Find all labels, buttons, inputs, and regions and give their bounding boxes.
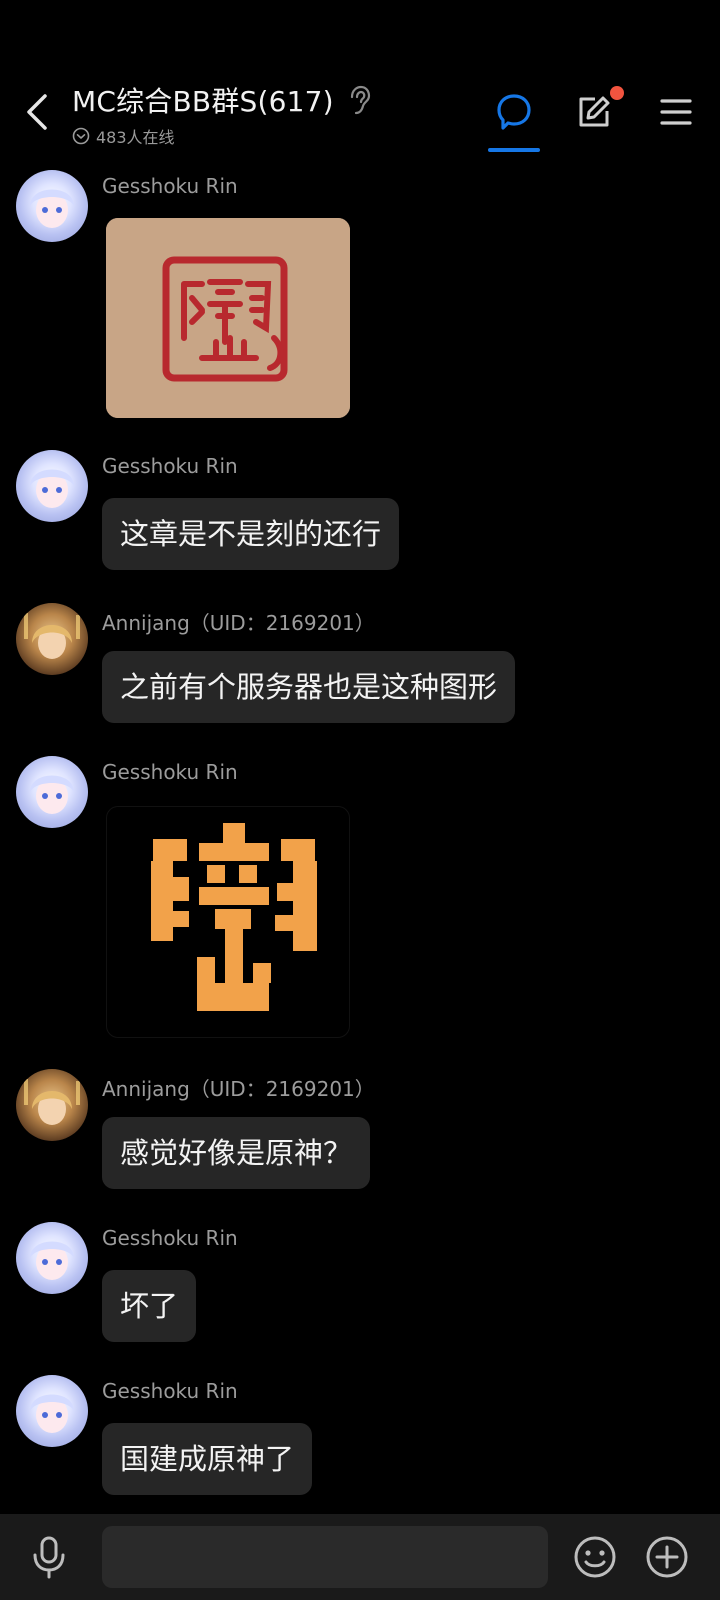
avatar[interactable] bbox=[16, 1375, 88, 1447]
avatar-image bbox=[30, 775, 74, 814]
online-count: 483人在线 bbox=[96, 128, 175, 147]
avatar-image bbox=[30, 189, 74, 228]
avatar[interactable] bbox=[16, 756, 88, 828]
text-bubble[interactable]: 之前有个服务器也是这种图形 bbox=[102, 651, 516, 723]
menu-button[interactable] bbox=[652, 88, 700, 136]
message-input[interactable] bbox=[102, 1526, 548, 1588]
avatar-image bbox=[24, 613, 80, 659]
voice-button[interactable] bbox=[26, 1534, 72, 1580]
microphone-icon bbox=[33, 1536, 65, 1579]
sender-name: Gesshoku Rin bbox=[102, 1379, 238, 1403]
group-title-area[interactable]: MC综合BB群S(617) 483人在线 bbox=[72, 80, 372, 148]
back-icon bbox=[27, 94, 47, 130]
edit-icon bbox=[579, 96, 610, 127]
online-check-icon bbox=[72, 127, 90, 145]
input-bar bbox=[0, 1514, 720, 1600]
image-message[interactable] bbox=[106, 218, 350, 418]
group-title: MC综合BB群S(617) bbox=[72, 85, 334, 118]
tab-chat[interactable] bbox=[490, 88, 538, 136]
sender-name: Annijang（UID：2169201） bbox=[102, 1077, 375, 1101]
avatar[interactable] bbox=[16, 603, 88, 675]
more-button[interactable] bbox=[642, 1532, 692, 1582]
avatar[interactable] bbox=[16, 1069, 88, 1141]
text-bubble[interactable]: 这章是不是刻的还行 bbox=[102, 498, 400, 570]
red-seal-stamp-image bbox=[106, 218, 350, 418]
text-bubble[interactable]: 国建成原神了 bbox=[102, 1423, 313, 1495]
avatar-image bbox=[30, 1241, 74, 1280]
emoji-button[interactable] bbox=[570, 1532, 620, 1582]
plus-icon bbox=[646, 1536, 688, 1578]
chat-bubble-icon bbox=[497, 94, 531, 130]
avatar-image bbox=[24, 1079, 80, 1125]
avatar-image bbox=[30, 1394, 74, 1433]
orange-pixel-seal-image bbox=[151, 823, 317, 1011]
text-bubble[interactable]: 感觉好像是原神？ bbox=[102, 1117, 371, 1189]
sender-name: Gesshoku Rin bbox=[102, 1226, 238, 1250]
avatar[interactable] bbox=[16, 1222, 88, 1294]
sender-name: Gesshoku Rin bbox=[102, 174, 238, 198]
chat-header: MC综合BB群S(617) 483人在线 bbox=[0, 0, 720, 160]
sender-name: Gesshoku Rin bbox=[102, 454, 238, 478]
avatar-image bbox=[30, 469, 74, 508]
text-bubble[interactable]: 坏了 bbox=[102, 1270, 197, 1342]
menu-icon bbox=[660, 99, 692, 125]
image-message[interactable] bbox=[106, 806, 350, 1038]
notification-badge bbox=[610, 86, 624, 100]
active-tab-indicator bbox=[488, 148, 540, 152]
back-button[interactable] bbox=[18, 88, 54, 136]
sender-name: Annijang（UID：2169201） bbox=[102, 611, 375, 635]
sender-name: Gesshoku Rin bbox=[102, 760, 238, 784]
avatar[interactable] bbox=[16, 450, 88, 522]
avatar[interactable] bbox=[16, 170, 88, 242]
emoji-icon bbox=[574, 1536, 616, 1578]
ear-icon[interactable] bbox=[346, 85, 372, 115]
